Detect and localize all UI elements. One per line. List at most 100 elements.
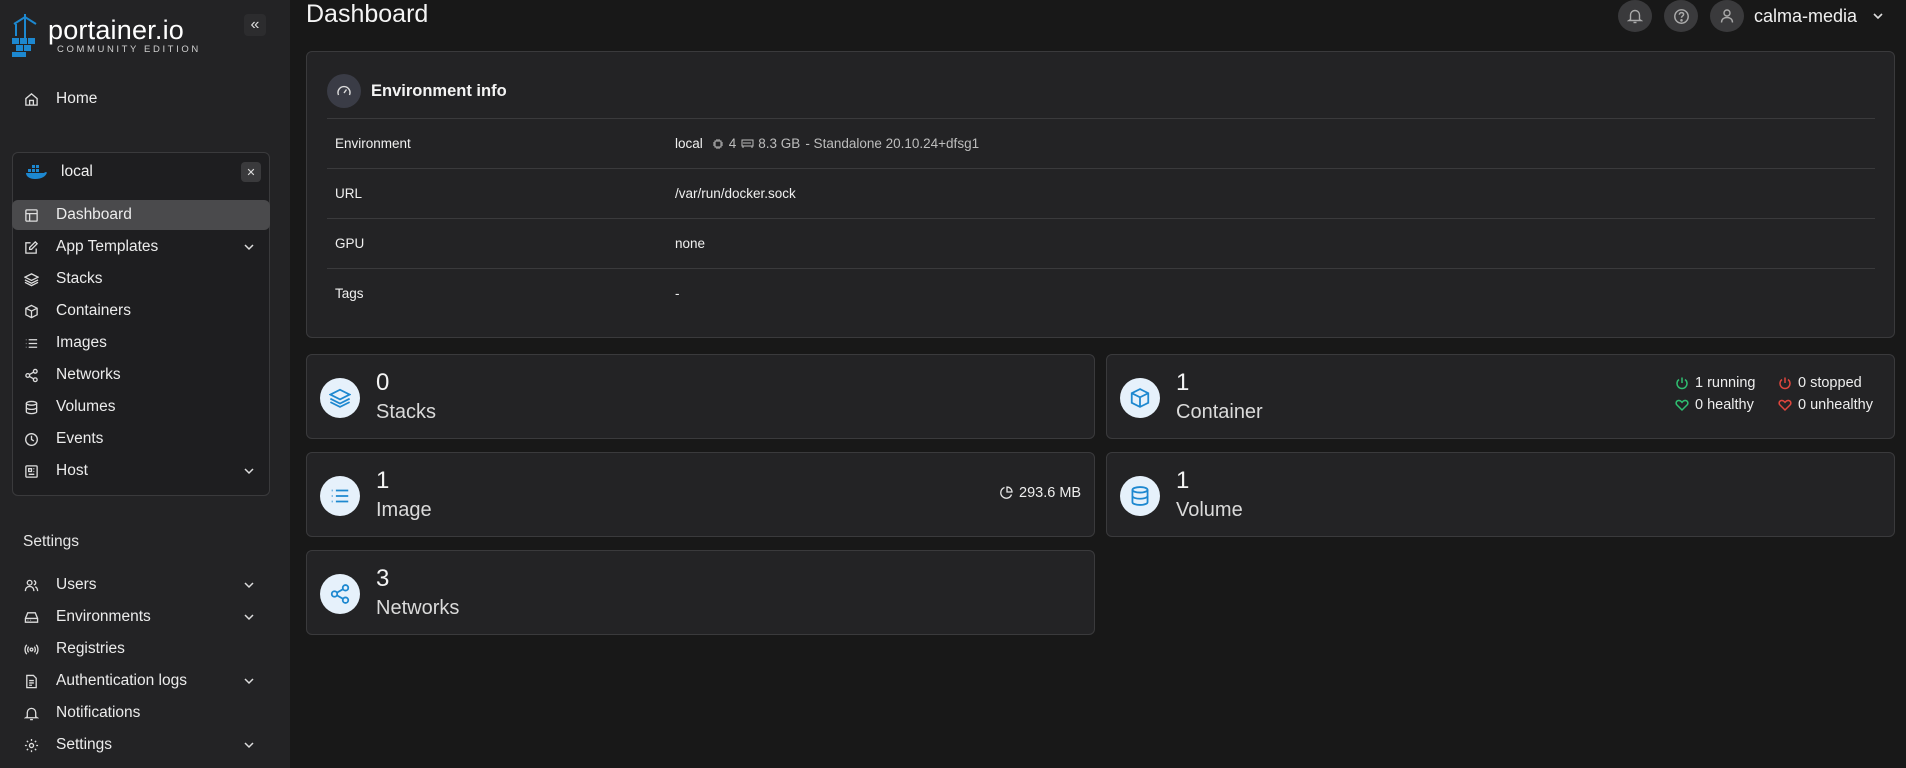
sidebar-item-events[interactable]: Events (12, 424, 270, 454)
sidebar-item-label: Volumes (56, 398, 116, 415)
list-icon (320, 476, 360, 516)
user-menu[interactable]: calma-media (1710, 0, 1885, 32)
sidebar-item-containers[interactable]: Containers (12, 296, 270, 326)
box-icon (23, 303, 39, 319)
stacks-label: Stacks (376, 401, 437, 423)
sidebar-item-settings[interactable]: Settings (12, 730, 270, 760)
stopped-status: 0 stopped (1778, 375, 1862, 391)
chevron-down-icon (244, 742, 254, 749)
power-icon (1779, 377, 1791, 390)
sidebar-item-label: Notifications (56, 704, 141, 721)
collapse-sidebar-button[interactable]: « (244, 14, 266, 36)
memory-size: 8.3 GB (758, 136, 801, 151)
sidebar-item-app-templates[interactable]: App Templates (12, 232, 270, 262)
docker-icon (25, 164, 47, 180)
healthy-status: 0 healthy (1675, 397, 1754, 413)
networks-card[interactable]: 3 Networks (306, 550, 1095, 635)
heart-icon (1778, 399, 1792, 412)
bell-icon (23, 705, 39, 721)
cpu-count: 4 (728, 136, 737, 151)
hdd-icon (23, 609, 39, 625)
info-key: GPU (335, 236, 365, 251)
list-icon (23, 335, 39, 351)
sidebar-item-label: Environments (56, 608, 151, 625)
share-icon (23, 367, 39, 383)
logo-title: portainer.io (48, 14, 184, 45)
sidebar-item-home[interactable]: Home (12, 84, 270, 114)
sidebar-item-environments[interactable]: Environments (12, 602, 270, 632)
user-icon (1720, 9, 1734, 23)
sidebar-item-authentication-logs[interactable]: Authentication logs (12, 666, 270, 696)
sidebar-item-label: Events (56, 430, 104, 447)
sidebar-item-label: App Templates (56, 238, 159, 255)
gpu-value: none (675, 236, 706, 251)
environment-name: local (61, 163, 93, 180)
power-icon (1676, 377, 1688, 390)
stacks-card[interactable]: 0 Stacks (306, 354, 1095, 439)
notifications-button[interactable] (1618, 0, 1652, 32)
environment-value: local (675, 136, 703, 151)
portainer-logo[interactable]: portainer.io COMMUNITY EDITION (10, 12, 201, 58)
sidebar-item-stacks[interactable]: Stacks (12, 264, 270, 294)
running-status: 1 running (1675, 375, 1755, 391)
users-icon (23, 577, 39, 593)
close-icon: ✕ (246, 166, 256, 179)
sidebar-item-label: Networks (56, 366, 121, 383)
volumes-card[interactable]: 1 Volume (1106, 452, 1895, 537)
help-button[interactable] (1664, 0, 1698, 32)
database-icon (1120, 476, 1160, 516)
clock-icon (23, 431, 39, 447)
sidebar-item-notifications[interactable]: Notifications (12, 698, 270, 728)
box-icon (1120, 378, 1160, 418)
info-row-tags: Tags - (327, 268, 1875, 318)
sidebar-item-label: Settings (56, 736, 113, 753)
layers-icon (23, 271, 39, 287)
sidebar-item-label: Images (56, 334, 107, 351)
info-row-gpu: GPU none (327, 218, 1875, 268)
volumes-count: 1 (1176, 467, 1190, 494)
double-chevron-left-icon: « (250, 16, 260, 33)
images-card[interactable]: 1 Image 293.6 MB (306, 452, 1095, 537)
sidebar-item-registries[interactable]: Registries (12, 634, 270, 664)
url-value: /var/run/docker.sock (675, 186, 796, 201)
sidebar-item-label: Home (56, 90, 98, 107)
portainer-logo-icon (10, 12, 40, 58)
settings-section-heading: Settings (23, 533, 80, 550)
images-count: 1 (376, 467, 390, 494)
containers-card[interactable]: 1 Container 1 running 0 stopped 0 health… (1106, 354, 1895, 439)
chevron-down-icon (244, 582, 254, 589)
sidebar-item-host[interactable]: Host (12, 456, 270, 486)
sidebar-item-users[interactable]: Users (12, 570, 270, 600)
sidebar-item-label: Authentication logs (56, 672, 187, 689)
environment-detail: - Standalone 20.10.24+dfsg1 (805, 136, 980, 151)
sidebar-item-images[interactable]: Images (12, 328, 270, 358)
sidebar-item-dashboard[interactable]: Dashboard (12, 200, 270, 230)
logo-subtitle: COMMUNITY EDITION (57, 43, 201, 55)
sidebar-item-label: Containers (56, 302, 131, 319)
help-circle-icon (1673, 8, 1689, 24)
info-key: Environment (335, 136, 411, 151)
sidebar: portainer.io COMMUNITY EDITION « Home lo… (0, 0, 290, 768)
info-row-url: URL /var/run/docker.sock (327, 168, 1875, 218)
memory-icon (741, 139, 754, 148)
sidebar-item-label: Registries (56, 640, 125, 657)
avatar (1710, 0, 1744, 32)
chevron-down-icon (1873, 13, 1883, 20)
sidebar-item-label: Dashboard (56, 206, 132, 223)
gauge-icon (327, 74, 361, 108)
dashboard-icon (23, 207, 39, 223)
heart-icon (1675, 399, 1689, 412)
file-icon (23, 673, 39, 689)
gear-icon (23, 737, 39, 753)
sidebar-item-label: Stacks (56, 270, 103, 287)
close-environment-button[interactable]: ✕ (241, 162, 261, 182)
sidebar-item-volumes[interactable]: Volumes (12, 392, 270, 422)
username: calma-media (1754, 5, 1858, 26)
chevron-down-icon (244, 614, 254, 621)
home-icon (23, 91, 39, 107)
info-row-environment: Environment local 4 8.3 GB - Standalone … (327, 118, 1875, 168)
sidebar-item-networks[interactable]: Networks (12, 360, 270, 390)
sidebar-item-label: Users (56, 576, 97, 593)
environment-info-card: Environment info Environment local 4 8.3… (306, 51, 1895, 338)
environment-info-title: Environment info (371, 81, 507, 100)
